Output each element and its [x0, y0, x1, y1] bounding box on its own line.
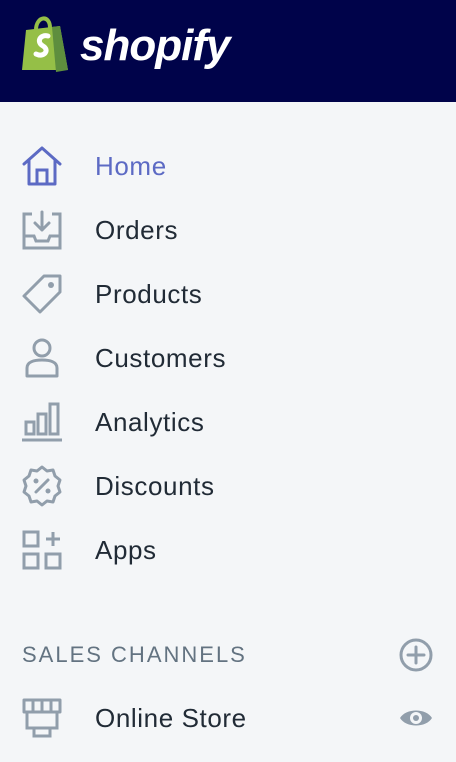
sales-channels-header: SALES CHANNELS: [0, 626, 456, 682]
nav-item-apps[interactable]: Apps: [0, 518, 456, 582]
tag-icon: [20, 272, 64, 316]
nav-item-discounts[interactable]: Discounts: [0, 454, 456, 518]
orders-inbox-icon: [20, 208, 64, 252]
channel-item-online-store[interactable]: Online Store: [0, 686, 456, 750]
top-bar: shopify: [0, 0, 456, 102]
nav-item-home[interactable]: Home: [0, 134, 456, 198]
nav-label-home: Home: [95, 151, 167, 181]
main-nav: Home Orders Products Customers Analytics…: [0, 134, 456, 582]
discount-badge-icon: [20, 464, 64, 508]
bar-chart-icon: [20, 400, 64, 444]
nav-label-products: Products: [95, 279, 203, 309]
eye-icon[interactable]: [398, 700, 434, 736]
nav-label-discounts: Discounts: [95, 471, 215, 501]
plus-circle-icon[interactable]: [398, 637, 434, 673]
nav-label-apps: Apps: [95, 535, 157, 565]
apps-grid-icon: [20, 528, 64, 572]
person-icon: [20, 336, 64, 380]
channel-label-online-store: Online Store: [95, 703, 247, 733]
nav-label-analytics: Analytics: [95, 407, 205, 437]
nav-item-customers[interactable]: Customers: [0, 326, 456, 390]
sales-channels-title: SALES CHANNELS: [22, 642, 247, 667]
nav-item-orders[interactable]: Orders: [0, 198, 456, 262]
nav-label-customers: Customers: [95, 343, 227, 373]
home-icon: [20, 144, 64, 188]
storefront-icon: [20, 696, 64, 740]
nav-item-analytics[interactable]: Analytics: [0, 390, 456, 454]
brand-wordmark[interactable]: shopify: [80, 18, 230, 74]
shopify-bag-logo-icon[interactable]: [18, 12, 74, 74]
nav-item-products[interactable]: Products: [0, 262, 456, 326]
nav-label-orders: Orders: [95, 215, 179, 245]
